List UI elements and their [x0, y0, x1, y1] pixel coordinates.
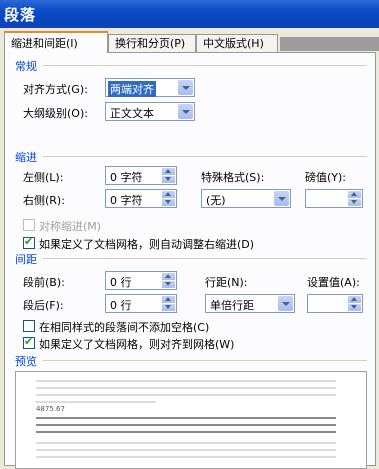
preview-line: [36, 424, 336, 426]
space-before-label: 段前(B):: [23, 276, 65, 289]
tab-line-page-breaks[interactable]: 换行和分页(P): [108, 34, 196, 52]
spinner-arrows-icon[interactable]: [162, 273, 175, 288]
preview-line: [36, 449, 336, 451]
tab-asian-typography[interactable]: 中文版式(H): [196, 34, 278, 52]
spacing-section-title: 间距: [15, 253, 37, 266]
divider: [43, 360, 367, 361]
indent-section-title: 缩进: [15, 151, 37, 164]
indents-spacing-panel: 常规 对齐方式(G): 两端对齐 大纲级别(O): 正文文本 缩进 左侧(L):…: [4, 52, 376, 469]
preview-section-title: 预览: [15, 355, 37, 368]
right-indent-spinner[interactable]: 0 字符: [105, 189, 177, 208]
alignment-dropdown[interactable]: 两端对齐: [105, 78, 195, 97]
spinner-arrows-icon[interactable]: [348, 296, 361, 311]
tab-overflow: [280, 37, 379, 51]
preview-line: [36, 387, 336, 389]
space-after-value: 0 行: [110, 299, 132, 312]
no-space-same-style-checkbox[interactable]: [23, 320, 35, 332]
chevron-down-icon[interactable]: [278, 296, 293, 311]
tab-strip: 缩进和间距(I) 换行和分页(P) 中文版式(H): [4, 31, 379, 53]
special-indent-value: (无): [206, 194, 226, 207]
preview-sample-number: 4875.67: [36, 405, 65, 413]
spinner-arrows-icon[interactable]: [348, 191, 361, 206]
window-title: 段落: [4, 6, 37, 24]
mirror-indents-label: 对称缩进(M): [39, 220, 102, 233]
snap-to-grid-checkbox[interactable]: [23, 335, 35, 349]
snap-to-grid-label: 如果定义了文档网格，则对齐到网格(W): [39, 338, 235, 351]
space-after-label: 段后(F):: [23, 299, 64, 312]
right-indent-label: 右侧(R):: [23, 194, 65, 207]
spinner-arrows-icon[interactable]: [162, 191, 175, 206]
tab-indents-spacing[interactable]: 缩进和间距(I): [4, 31, 108, 53]
spinner-arrows-icon[interactable]: [162, 296, 175, 311]
indent-by-label: 磅值(Y):: [305, 171, 347, 184]
divider: [43, 258, 367, 259]
auto-adjust-right-indent-checkbox[interactable]: [23, 235, 35, 249]
title-bar: 段落: [0, 0, 379, 28]
auto-adjust-right-indent-label: 如果定义了文档网格，则自动调整右缩进(D): [39, 238, 255, 251]
preview-line: [36, 456, 336, 458]
indent-by-spinner[interactable]: [305, 189, 363, 208]
special-indent-label: 特殊格式(S):: [201, 171, 265, 184]
left-indent-label: 左侧(L):: [23, 171, 64, 184]
divider: [43, 65, 367, 66]
preview-line: [36, 417, 336, 419]
preview-line: [36, 442, 336, 444]
chevron-down-icon[interactable]: [178, 104, 193, 119]
space-before-value: 0 行: [110, 276, 132, 289]
line-spacing-dropdown[interactable]: 单倍行距: [205, 294, 295, 313]
space-before-spinner[interactable]: 0 行: [105, 271, 177, 290]
right-indent-value: 0 字符: [110, 194, 143, 207]
alignment-value: 两端对齐: [108, 81, 156, 97]
special-indent-dropdown[interactable]: (无): [201, 189, 291, 208]
divider: [43, 156, 367, 157]
preview-line: [36, 431, 336, 433]
left-indent-spinner[interactable]: 0 字符: [105, 166, 177, 185]
chevron-down-icon[interactable]: [274, 191, 289, 206]
preview-line: [36, 394, 336, 396]
preview-pane: 4875.67: [15, 371, 367, 469]
outline-level-label: 大纲级别(O):: [23, 107, 88, 120]
general-section-title: 常规: [15, 60, 37, 73]
outline-level-dropdown[interactable]: 正文文本: [105, 102, 195, 121]
chevron-down-icon[interactable]: [178, 80, 193, 95]
spacing-at-label: 设置值(A):: [307, 276, 360, 289]
left-indent-value: 0 字符: [110, 171, 143, 184]
preview-line: [36, 401, 156, 403]
preview-line: [36, 380, 336, 382]
space-after-spinner[interactable]: 0 行: [105, 294, 177, 313]
mirror-indents-checkbox[interactable]: [23, 219, 35, 231]
outline-level-value: 正文文本: [110, 107, 154, 120]
spacing-at-spinner[interactable]: [307, 294, 363, 313]
line-spacing-value: 单倍行距: [210, 299, 254, 312]
spinner-arrows-icon[interactable]: [162, 168, 175, 183]
no-space-same-style-label: 在相同样式的段落间不添加空格(C): [39, 321, 210, 334]
alignment-label: 对齐方式(G):: [23, 83, 88, 96]
line-spacing-label: 行距(N):: [205, 276, 248, 289]
